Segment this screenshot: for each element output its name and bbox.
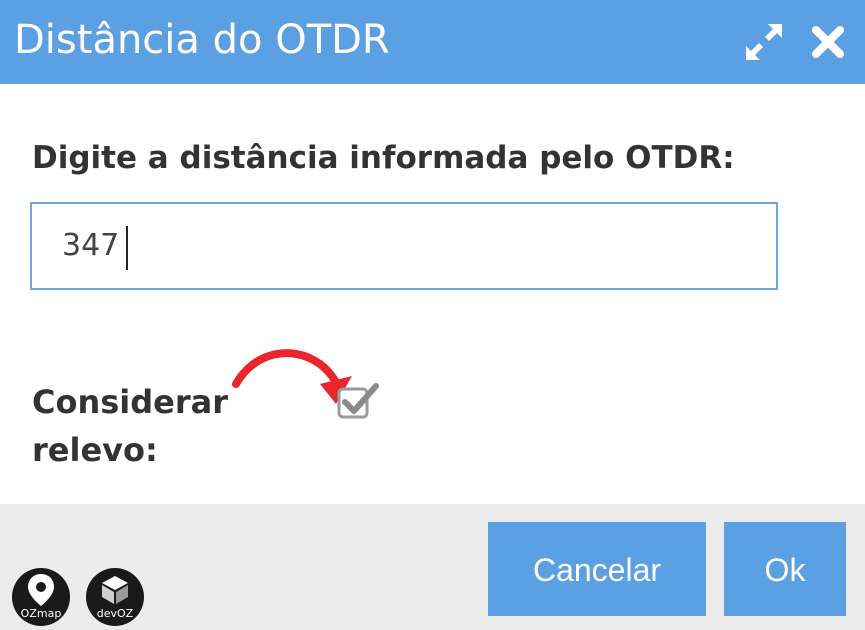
distance-input[interactable]: 347	[30, 202, 778, 290]
dialog-titlebar: Distância do OTDR	[0, 0, 865, 84]
relief-checkbox[interactable]	[336, 380, 380, 424]
devoz-logo: devOZ	[86, 568, 144, 626]
otdr-distance-dialog: Distância do OTDR Digite a distância inf…	[0, 0, 865, 630]
close-icon[interactable]	[806, 20, 850, 64]
devoz-logo-text: devOZ	[96, 607, 134, 620]
expand-arrows-icon[interactable]	[742, 20, 786, 64]
ok-button[interactable]: Ok	[724, 522, 846, 616]
distance-input-value: 347	[62, 228, 120, 263]
dialog-body: Digite a distância informada pelo OTDR: …	[0, 84, 865, 504]
cancel-button[interactable]: Cancelar	[488, 522, 706, 616]
text-caret	[126, 226, 128, 270]
dialog-title: Distância do OTDR	[14, 17, 390, 63]
ozmap-logo-text: OZmap	[20, 607, 62, 620]
distance-label: Digite a distância informada pelo OTDR:	[32, 140, 735, 176]
ozmap-logo: OZmap	[12, 568, 70, 626]
